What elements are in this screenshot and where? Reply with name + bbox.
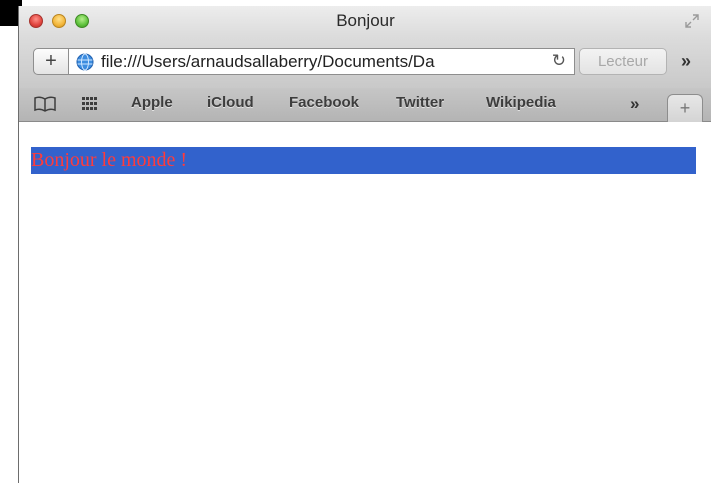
page-content: Bonjour le monde ! [19,122,711,483]
bookmark-icloud[interactable]: iCloud [207,94,254,111]
top-sites-grid-icon[interactable] [81,96,99,112]
page-heading: Bonjour le monde ! [31,147,696,174]
bookmark-apple[interactable]: Apple [131,94,173,111]
add-bookmark-button[interactable]: + [33,48,69,75]
browser-window: Bonjour + file:///Users/arnaudsallaberry… [18,6,711,483]
url-text[interactable]: file:///Users/arnaudsallaberry/Documents… [101,52,541,72]
globe-icon [76,53,94,71]
bookmark-wikipedia[interactable]: Wikipedia [486,94,556,111]
reader-button[interactable]: Lecteur [579,48,667,75]
title-bar: Bonjour [19,6,711,36]
bookmarks-bar: Apple iCloud Facebook Twitter Wikipedia … [19,88,711,122]
fullscreen-icon[interactable] [684,13,700,29]
new-tab-button[interactable]: + [667,94,703,122]
bookmark-twitter[interactable]: Twitter [396,94,444,111]
reload-icon[interactable]: ↻ [552,51,566,71]
window-title: Bonjour [336,11,395,30]
bookmarks-overflow-chevron-icon[interactable]: » [630,94,639,114]
toolbar-overflow-chevron-icon[interactable]: » [681,51,691,72]
bookmark-facebook[interactable]: Facebook [289,94,359,111]
address-bar[interactable]: file:///Users/arnaudsallaberry/Documents… [69,48,575,75]
reading-list-book-icon[interactable] [33,96,57,112]
browser-toolbar: + file:///Users/arnaudsallaberry/Documen… [19,36,711,88]
